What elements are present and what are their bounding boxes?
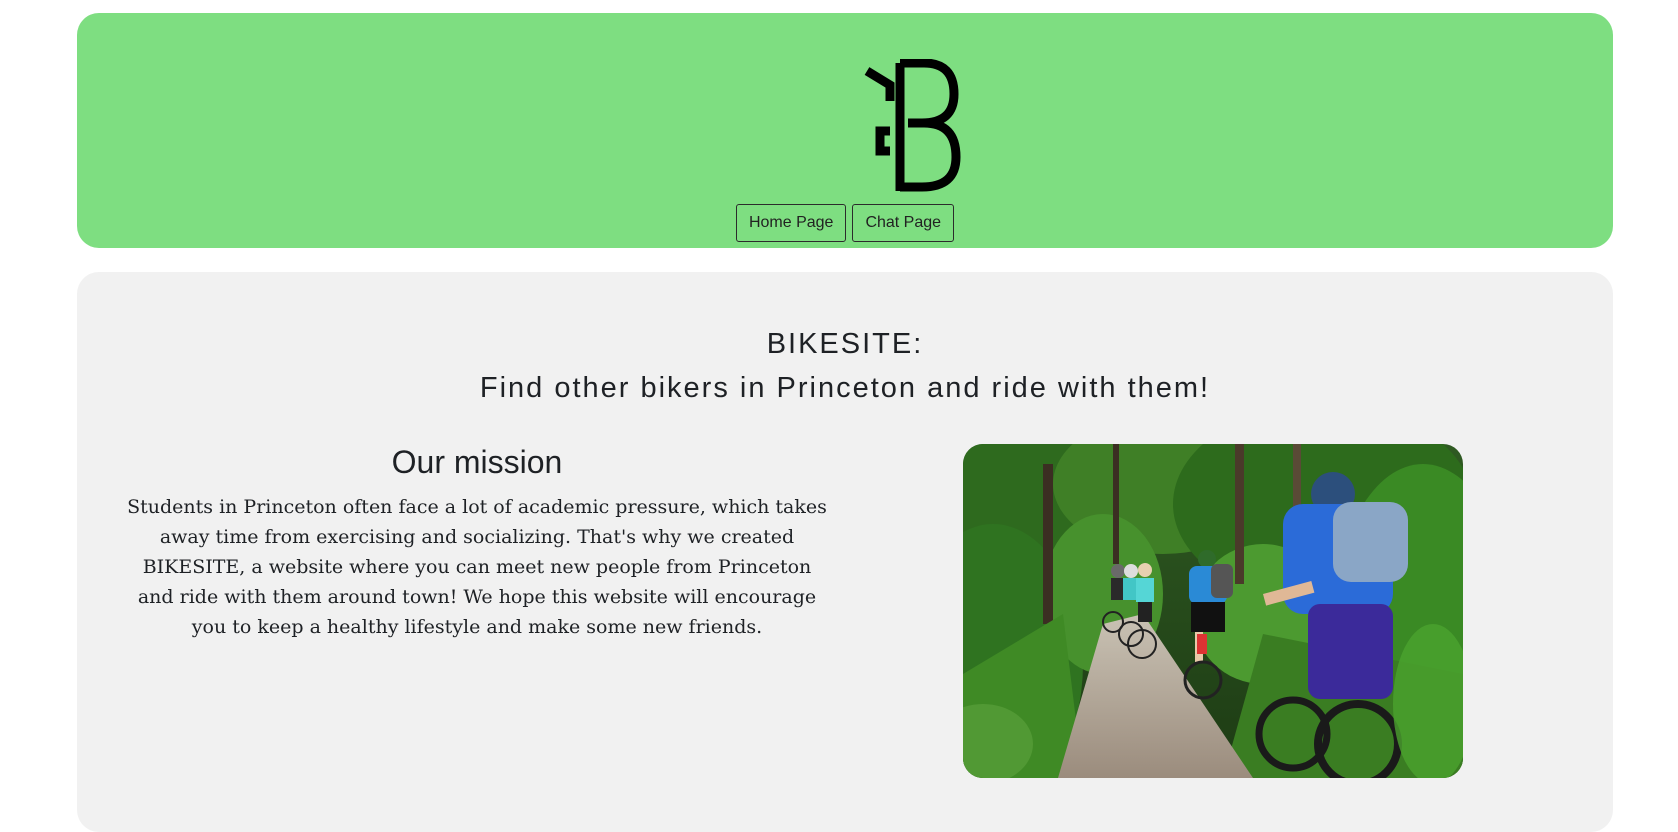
mission-text: Students in Princeton often face a lot o… <box>127 496 827 638</box>
main-content: BIKESITE: Find other bikers in Princeton… <box>77 272 1613 832</box>
page-headline: BIKESITE: Find other bikers in Princeton… <box>77 322 1613 410</box>
headline-tagline: Find other bikers in Princeton and ride … <box>479 372 1211 404</box>
nav-bar: Home Page Chat Page <box>0 204 1678 242</box>
mission-section: Our mission Students in Princeton often … <box>127 442 827 642</box>
home-page-button[interactable]: Home Page <box>735 204 847 242</box>
headline-title: BIKESITE: <box>766 328 924 360</box>
cyclists-on-forest-path-image <box>963 444 1463 778</box>
chat-page-button[interactable]: Chat Page <box>852 204 955 242</box>
site-header: Home Page Chat Page <box>77 13 1613 248</box>
mission-title: Our mission <box>391 444 563 480</box>
bike-b-logo-icon <box>864 59 961 192</box>
